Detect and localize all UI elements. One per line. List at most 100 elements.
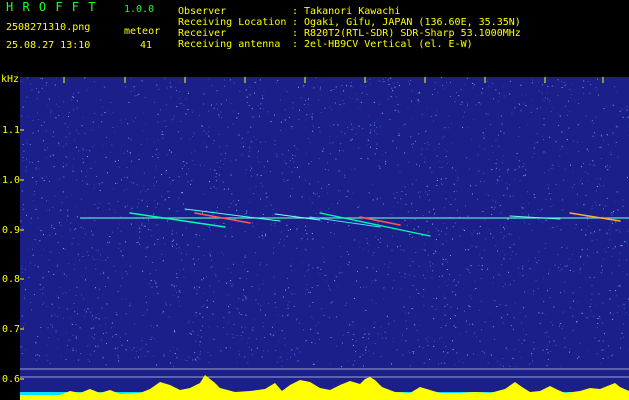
noise-speck	[521, 343, 523, 344]
noise-speck	[233, 200, 234, 202]
noise-speck	[156, 364, 157, 366]
noise-speck	[239, 90, 241, 92]
noise-speck	[595, 190, 597, 192]
noise-speck	[422, 347, 424, 349]
noise-speck	[346, 302, 347, 304]
noise-speck	[593, 231, 595, 233]
noise-speck	[61, 235, 63, 237]
noise-speck	[35, 205, 36, 207]
noise-speck	[216, 210, 218, 212]
noise-speck	[385, 160, 387, 162]
noise-speck	[312, 130, 314, 132]
noise-speck	[514, 363, 516, 365]
noise-speck	[87, 359, 89, 361]
noise-speck	[120, 119, 122, 121]
noise-speck	[345, 305, 346, 306]
noise-speck	[351, 98, 353, 100]
noise-speck	[183, 276, 185, 278]
noise-speck	[244, 327, 246, 329]
noise-speck	[43, 234, 44, 236]
noise-speck	[257, 150, 259, 152]
noise-speck	[76, 179, 77, 181]
noise-speck	[118, 160, 119, 161]
noise-speck	[410, 136, 412, 138]
noise-speck	[265, 192, 267, 194]
noise-speck	[147, 351, 149, 353]
noise-speck	[66, 308, 68, 310]
noise-speck	[216, 180, 218, 182]
noise-speck	[169, 350, 171, 352]
noise-speck	[41, 177, 43, 179]
noise-speck	[468, 126, 470, 128]
noise-speck	[558, 267, 559, 268]
noise-speck	[338, 153, 340, 155]
date-time: 25.08.27 13:10	[6, 40, 91, 51]
noise-speck	[513, 317, 515, 319]
noise-speck	[290, 356, 292, 358]
noise-speck	[154, 176, 156, 178]
noise-speck	[568, 100, 569, 102]
noise-speck	[206, 306, 208, 308]
noise-speck	[409, 265, 411, 267]
noise-speck	[458, 360, 460, 362]
noise-speck	[309, 142, 311, 143]
noise-speck	[510, 325, 512, 327]
noise-speck	[43, 302, 45, 304]
noise-speck	[314, 332, 316, 334]
noise-speck	[128, 137, 130, 139]
noise-speck	[365, 286, 367, 288]
noise-speck	[429, 167, 431, 169]
noise-speck	[47, 327, 49, 329]
noise-speck	[187, 355, 189, 357]
noise-speck	[591, 293, 593, 295]
noise-speck	[246, 211, 248, 213]
noise-speck	[154, 280, 156, 282]
noise-speck	[73, 109, 75, 111]
noise-speck	[483, 181, 485, 182]
noise-speck	[219, 146, 220, 148]
noise-speck	[187, 181, 189, 183]
noise-speck	[352, 344, 354, 346]
noise-speck	[533, 341, 535, 343]
noise-speck	[165, 304, 167, 306]
noise-speck	[146, 138, 148, 140]
noise-speck	[413, 228, 415, 230]
noise-speck	[141, 337, 143, 339]
noise-speck	[238, 298, 240, 300]
noise-speck	[84, 132, 86, 134]
noise-speck	[115, 212, 117, 213]
noise-speck	[428, 190, 430, 192]
noise-speck	[619, 252, 621, 254]
noise-speck	[186, 162, 188, 164]
noise-speck	[359, 109, 361, 111]
noise-speck	[536, 262, 538, 264]
noise-speck	[368, 192, 370, 194]
noise-speck	[548, 193, 550, 195]
noise-speck	[142, 153, 144, 155]
noise-speck	[601, 135, 603, 137]
noise-speck	[404, 220, 406, 221]
noise-speck	[171, 230, 173, 232]
noise-speck	[133, 182, 134, 184]
noise-speck	[117, 290, 119, 292]
noise-speck	[263, 350, 265, 352]
noise-speck	[145, 295, 147, 297]
noise-speck	[606, 164, 608, 166]
noise-speck	[126, 166, 128, 168]
noise-speck	[599, 318, 601, 319]
noise-speck	[580, 180, 581, 182]
noise-speck	[82, 147, 84, 149]
noise-speck	[118, 247, 119, 249]
noise-speck	[587, 180, 589, 182]
noise-speck	[41, 87, 43, 89]
noise-speck	[156, 325, 158, 327]
noise-speck	[62, 292, 64, 294]
noise-speck	[259, 115, 260, 117]
noise-speck	[32, 200, 34, 202]
noise-speck	[56, 316, 58, 317]
noise-speck	[615, 145, 617, 147]
noise-speck	[597, 78, 599, 80]
noise-speck	[451, 167, 453, 169]
noise-speck	[37, 130, 39, 132]
noise-speck	[55, 233, 57, 235]
